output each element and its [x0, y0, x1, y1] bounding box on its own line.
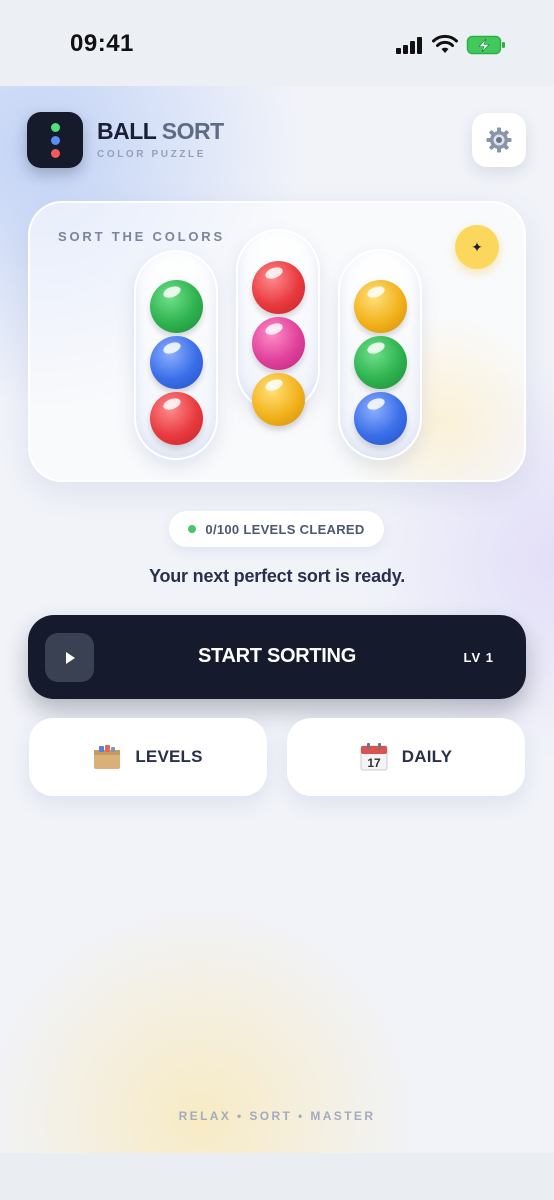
daily-button[interactable]: 17 DAILY — [287, 718, 525, 796]
preview-card: SORT THE COLORS ✦ — [28, 201, 526, 482]
levels-label: LEVELS — [135, 747, 203, 766]
ball-blue — [150, 336, 203, 389]
footer-tagline: RELAX • SORT • MASTER — [178, 1109, 376, 1123]
battery-charging-icon — [466, 35, 505, 55]
preview-label: SORT THE COLORS — [58, 229, 225, 244]
progress-pill: 0/100 LEVELS CLEARED — [169, 511, 384, 547]
progress-status-dot — [188, 525, 197, 533]
ball-red — [150, 392, 203, 445]
bottom-safe-area — [0, 1153, 554, 1200]
calendar-day-text: 17 — [367, 756, 381, 770]
start-sorting-label: START SORTING — [198, 645, 356, 667]
tagline: Your next perfect sort is ready. — [148, 566, 405, 586]
app-title: BALL SORT — [97, 118, 224, 145]
logo-dot-red — [51, 149, 60, 158]
tube-1[interactable] — [134, 250, 218, 460]
levels-button[interactable]: LEVELS — [29, 718, 267, 796]
app-subtitle: COLOR PUZZLE — [97, 149, 206, 160]
ball-yellow — [354, 280, 407, 333]
sparkle-icon: ✦ — [471, 238, 483, 255]
settings-button[interactable] — [472, 113, 526, 167]
tube-3[interactable] — [338, 249, 422, 460]
ball-yellow — [252, 373, 305, 426]
wifi-icon — [432, 34, 458, 53]
logo-dot-blue — [51, 136, 60, 145]
ball-red — [252, 261, 305, 314]
logo-dot-green — [51, 123, 60, 132]
status-bar: 09:41 — [0, 0, 554, 86]
tube-2[interactable] — [236, 229, 320, 426]
current-level-tag: LV 1 — [463, 650, 494, 665]
home-screen: 09:41 BALL SORT COLOR PUZZLE SORT THE CO… — [0, 0, 554, 1200]
app-title-sort: SORT — [161, 118, 224, 144]
ball-green — [150, 280, 203, 333]
calendar-icon: 17 — [360, 743, 388, 771]
box-icon — [94, 745, 121, 769]
start-sorting-button[interactable]: START SORTING LV 1 — [28, 615, 526, 699]
daily-label: DAILY — [401, 747, 453, 766]
ball-pink — [252, 317, 305, 370]
ball-green — [354, 336, 407, 389]
cellular-signal-icon — [396, 36, 424, 54]
ball-blue — [354, 392, 407, 445]
progress-text: 0/100 LEVELS CLEARED — [205, 521, 365, 537]
sparkle-badge[interactable]: ✦ — [455, 225, 499, 269]
status-time: 09:41 — [70, 30, 134, 57]
app-logo — [27, 112, 83, 168]
gear-icon — [486, 127, 512, 153]
app-title-ball: BALL — [97, 118, 156, 144]
